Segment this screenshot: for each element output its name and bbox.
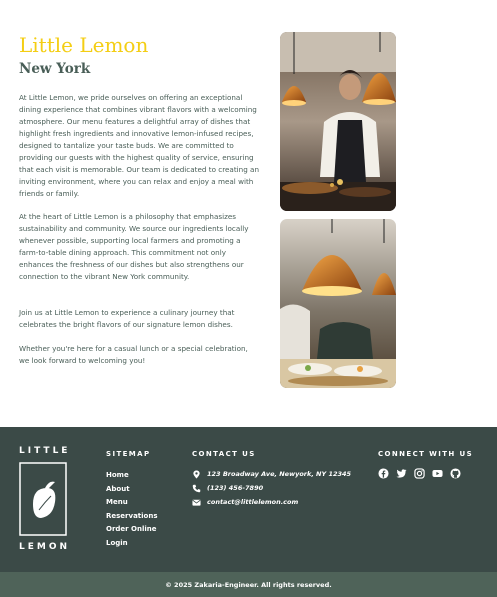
sitemap-link-order-online[interactable]: Order Online: [106, 523, 158, 537]
logo-text-bottom: LEMON: [19, 542, 71, 552]
phone-icon: [192, 484, 201, 492]
sitemap-link-menu[interactable]: Menu: [106, 496, 158, 510]
about-paragraph: Whether you're here for a casual lunch o…: [19, 344, 248, 365]
page-title: Little Lemon: [19, 33, 149, 57]
facebook-icon[interactable]: [378, 468, 389, 479]
contact-email[interactable]: contact@littlelemon.com: [192, 496, 298, 508]
sitemap-link-reservations[interactable]: Reservations: [106, 510, 158, 524]
contact-heading: CONTACT US: [192, 450, 256, 458]
logo-text-top: LITTLE: [19, 446, 71, 456]
contact-address: 123 Broadway Ave, Newyork, NY 12345: [192, 468, 351, 480]
about-paragraph: Join us at Little Lemon to experience a …: [19, 308, 235, 329]
about-paragraph: At the heart of Little Lemon is a philos…: [19, 212, 249, 281]
sitemap-link-about[interactable]: About: [106, 483, 158, 497]
twitter-icon[interactable]: [396, 468, 407, 479]
instagram-icon[interactable]: [414, 468, 425, 479]
chef-photo-2: [280, 219, 396, 388]
sitemap-list: Home About Menu Reservations Order Onlin…: [106, 469, 158, 550]
github-icon[interactable]: [450, 468, 461, 479]
lemon-logo-icon: [19, 462, 67, 536]
social-links: [378, 468, 461, 479]
sitemap-heading: SITEMAP: [106, 450, 151, 458]
contact-phone[interactable]: (123) 456-7890: [192, 482, 263, 494]
contact-phone-text: (123) 456-7890: [207, 484, 264, 492]
copyright-text: © 2025 Zakaria-Engineer. All rights rese…: [165, 580, 332, 589]
envelope-icon: [192, 499, 201, 506]
site-footer: LITTLE LEMON SITEMAP Home About Menu Res…: [0, 427, 497, 572]
page-subtitle: New York: [19, 61, 91, 77]
copyright-bar: © 2025 Zakaria-Engineer. All rights rese…: [0, 572, 497, 597]
sitemap-link-home[interactable]: Home: [106, 469, 158, 483]
sitemap-link-login[interactable]: Login: [106, 537, 158, 551]
youtube-icon[interactable]: [432, 468, 443, 479]
map-pin-icon: [193, 469, 200, 479]
connect-heading: CONNECT WITH US: [378, 450, 474, 458]
contact-address-text: 123 Broadway Ave, Newyork, NY 12345: [207, 470, 352, 478]
contact-email-text: contact@littlelemon.com: [207, 498, 299, 506]
about-paragraph: At Little Lemon, we pride ourselves on o…: [19, 93, 260, 198]
chef-photo-1: [280, 32, 396, 211]
about-section: Little Lemon New York At Little Lemon, w…: [0, 0, 497, 427]
